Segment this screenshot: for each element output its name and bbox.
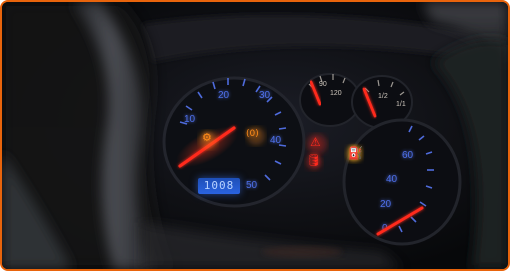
fuel-label-full: 1/1 <box>396 101 406 108</box>
brake-pads-icon: (0) <box>246 129 259 139</box>
engine-check-icon: ⚙ <box>202 131 212 144</box>
odometer-display: 1008 <box>198 178 240 194</box>
photo-frame: 20 30 40 50 10 90 120 1/2 1/1 60 40 20 1… <box>0 0 510 271</box>
speedometer-label-30: 30 <box>259 90 271 101</box>
speedometer-label-40: 40 <box>270 135 282 146</box>
fuel-label-half: 1/2 <box>378 93 388 100</box>
oil-pressure-icon: 🛢 <box>306 153 322 167</box>
speedometer-label-10: 10 <box>184 114 196 125</box>
tachometer-label-20: 20 <box>380 199 392 210</box>
temperature-label-120: 120 <box>330 90 342 97</box>
tachometer-label-40: 40 <box>386 174 398 185</box>
coolant-temperature-icon: ⚠ <box>310 135 321 149</box>
speedometer-label-50: 50 <box>246 180 258 191</box>
tachometer-label-60: 60 <box>402 150 414 161</box>
tachometer-bezel <box>342 118 462 246</box>
fuel-reserve-icon: ⛽ <box>348 146 363 160</box>
speedometer-label-20: 20 <box>218 90 230 101</box>
temperature-label-90: 90 <box>319 81 327 88</box>
